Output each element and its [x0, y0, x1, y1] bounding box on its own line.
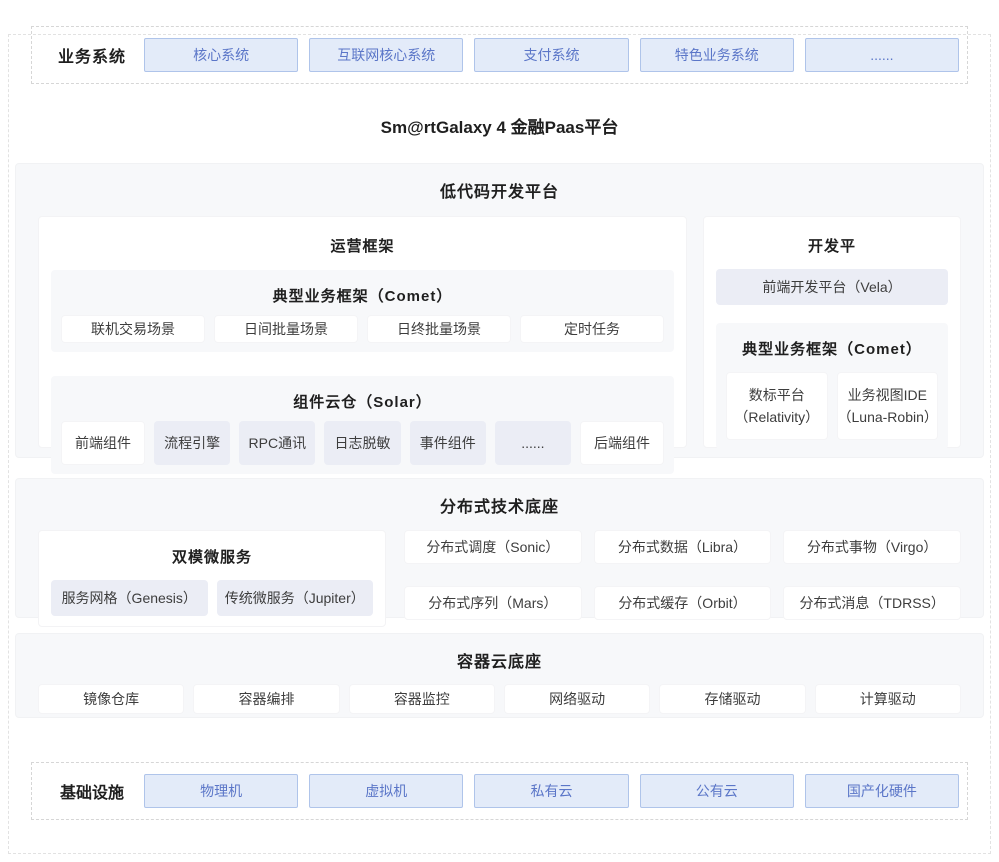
- container-capability-box: 存储驱动: [659, 684, 805, 714]
- dev-comet-card: 典型业务框架（Comet） 数标平台 （Relativity） 业务视图IDE …: [716, 323, 948, 449]
- container-base-title: 容器云底座: [38, 648, 961, 672]
- vela-platform-box: 前端开发平台（Vela）: [716, 269, 948, 305]
- dual-mode-title: 双模微服务: [51, 546, 373, 567]
- solar-component-title: 组件云仓（Solar）: [61, 391, 664, 412]
- infrastructure-box: 物理机: [144, 774, 298, 808]
- operation-framework-card: 运营框架 典型业务框架（Comet） 联机交易场景日间批量场景日终批量场景定时任…: [38, 216, 687, 448]
- business-system-box: 支付系统: [474, 38, 628, 72]
- infrastructure-label: 基础设施: [40, 779, 144, 803]
- dev-tool-box: 业务视图IDE （Luna-Robin）: [837, 372, 939, 440]
- dev-comet-list: 数标平台 （Relativity） 业务视图IDE （Luna-Robin）: [726, 372, 938, 440]
- solar-component-row: 前端组件 流程引擎RPC通讯日志脱敏事件组件...... 后端组件: [61, 421, 664, 465]
- back-component-box: 后端组件: [580, 421, 664, 465]
- infrastructure-box: 国产化硬件: [805, 774, 959, 808]
- container-capability-box: 网络驱动: [504, 684, 650, 714]
- dev-platform-card: 开发平 前端开发平台（Vela） 典型业务框架（Comet） 数标平台 （Rel…: [703, 216, 961, 448]
- low-code-platform-body: 运营框架 典型业务框架（Comet） 联机交易场景日间批量场景日终批量场景定时任…: [38, 216, 961, 448]
- business-systems-section: 业务系统 核心系统互联网核心系统支付系统特色业务系统......: [31, 26, 968, 84]
- container-capability-box: 容器编排: [193, 684, 339, 714]
- business-system-box: 特色业务系统: [640, 38, 794, 72]
- dual-mode-card: 双模微服务 服务网格（Genesis）传统微服务（Jupiter）: [38, 530, 386, 627]
- container-capability-box: 容器监控: [349, 684, 495, 714]
- container-capability-box: 计算驱动: [815, 684, 961, 714]
- container-capability-box: 镜像仓库: [38, 684, 184, 714]
- solar-component-box: RPC通讯: [239, 421, 315, 465]
- architecture-diagram: 业务系统 核心系统互联网核心系统支付系统特色业务系统...... Sm@rtGa…: [0, 26, 999, 862]
- distributed-base-title: 分布式技术底座: [38, 493, 961, 517]
- microservice-box: 服务网格（Genesis）: [51, 580, 208, 616]
- dev-platform-title: 开发平: [716, 235, 948, 256]
- distributed-base-body: 双模微服务 服务网格（Genesis）传统微服务（Jupiter） 分布式调度（…: [38, 530, 961, 627]
- solar-component-box: 事件组件: [410, 421, 486, 465]
- business-systems-list: 核心系统互联网核心系统支付系统特色业务系统......: [144, 38, 959, 72]
- distributed-services-grid: 分布式调度（Sonic） 分布式数据（Libra） 分布式事物（Virgo） 分布式序…: [404, 530, 961, 627]
- solar-component-card: 组件云仓（Solar） 前端组件 流程引擎RPC通讯日志脱敏事件组件......…: [51, 376, 674, 474]
- comet-framework-title: 典型业务框架（Comet）: [61, 285, 664, 306]
- distributed-service-box: 分布式事物（Virgo）: [783, 530, 961, 564]
- platform-title: Sm@rtGalaxy 4 金融Paas平台: [0, 117, 999, 138]
- business-system-box: ......: [805, 38, 959, 72]
- infrastructure-box: 公有云: [640, 774, 794, 808]
- solar-component-box: 日志脱敏: [324, 421, 400, 465]
- business-systems-label: 业务系统: [40, 43, 144, 67]
- dev-comet-title: 典型业务框架（Comet）: [726, 338, 938, 359]
- solar-component-box: 流程引擎: [154, 421, 230, 465]
- container-base-panel: 容器云底座 镜像仓库容器编排容器监控网络驱动存储驱动计算驱动: [15, 633, 984, 718]
- infrastructure-box: 私有云: [474, 774, 628, 808]
- distributed-service-box: 分布式缓存（Orbit）: [594, 586, 772, 620]
- low-code-platform-panel: 低代码开发平台 运营框架 典型业务框架（Comet） 联机交易场景日间批量场景日…: [15, 163, 984, 458]
- distributed-service-box: 分布式调度（Sonic）: [404, 530, 582, 564]
- comet-scenario-list: 联机交易场景日间批量场景日终批量场景定时任务: [61, 315, 664, 343]
- microservice-box: 传统微服务（Jupiter）: [217, 580, 374, 616]
- comet-scenario-box: 联机交易场景: [61, 315, 205, 343]
- business-system-box: 互联网核心系统: [309, 38, 463, 72]
- comet-scenario-box: 日间批量场景: [214, 315, 358, 343]
- solar-component-box: ......: [495, 421, 571, 465]
- operation-framework-title: 运营框架: [51, 235, 674, 256]
- dual-mode-list: 服务网格（Genesis）传统微服务（Jupiter）: [51, 580, 373, 616]
- business-system-box: 核心系统: [144, 38, 298, 72]
- dev-tool-box: 数标平台 （Relativity）: [726, 372, 828, 440]
- low-code-platform-title: 低代码开发平台: [38, 178, 961, 202]
- solar-middle-list: 流程引擎RPC通讯日志脱敏事件组件......: [154, 421, 571, 465]
- distributed-service-box: 分布式序列（Mars）: [404, 586, 582, 620]
- distributed-service-box: 分布式消息（TDRSS）: [783, 586, 961, 620]
- distributed-base-panel: 分布式技术底座 双模微服务 服务网格（Genesis）传统微服务（Jupiter…: [15, 478, 984, 618]
- infrastructure-section: 基础设施 物理机虚拟机私有云公有云国产化硬件: [31, 762, 968, 820]
- infrastructure-list: 物理机虚拟机私有云公有云国产化硬件: [144, 774, 959, 808]
- comet-scenario-box: 定时任务: [520, 315, 664, 343]
- infrastructure-box: 虚拟机: [309, 774, 463, 808]
- comet-framework-card: 典型业务框架（Comet） 联机交易场景日间批量场景日终批量场景定时任务: [51, 270, 674, 352]
- comet-scenario-box: 日终批量场景: [367, 315, 511, 343]
- front-component-box: 前端组件: [61, 421, 145, 465]
- distributed-service-box: 分布式数据（Libra）: [594, 530, 772, 564]
- container-base-list: 镜像仓库容器编排容器监控网络驱动存储驱动计算驱动: [38, 684, 961, 714]
